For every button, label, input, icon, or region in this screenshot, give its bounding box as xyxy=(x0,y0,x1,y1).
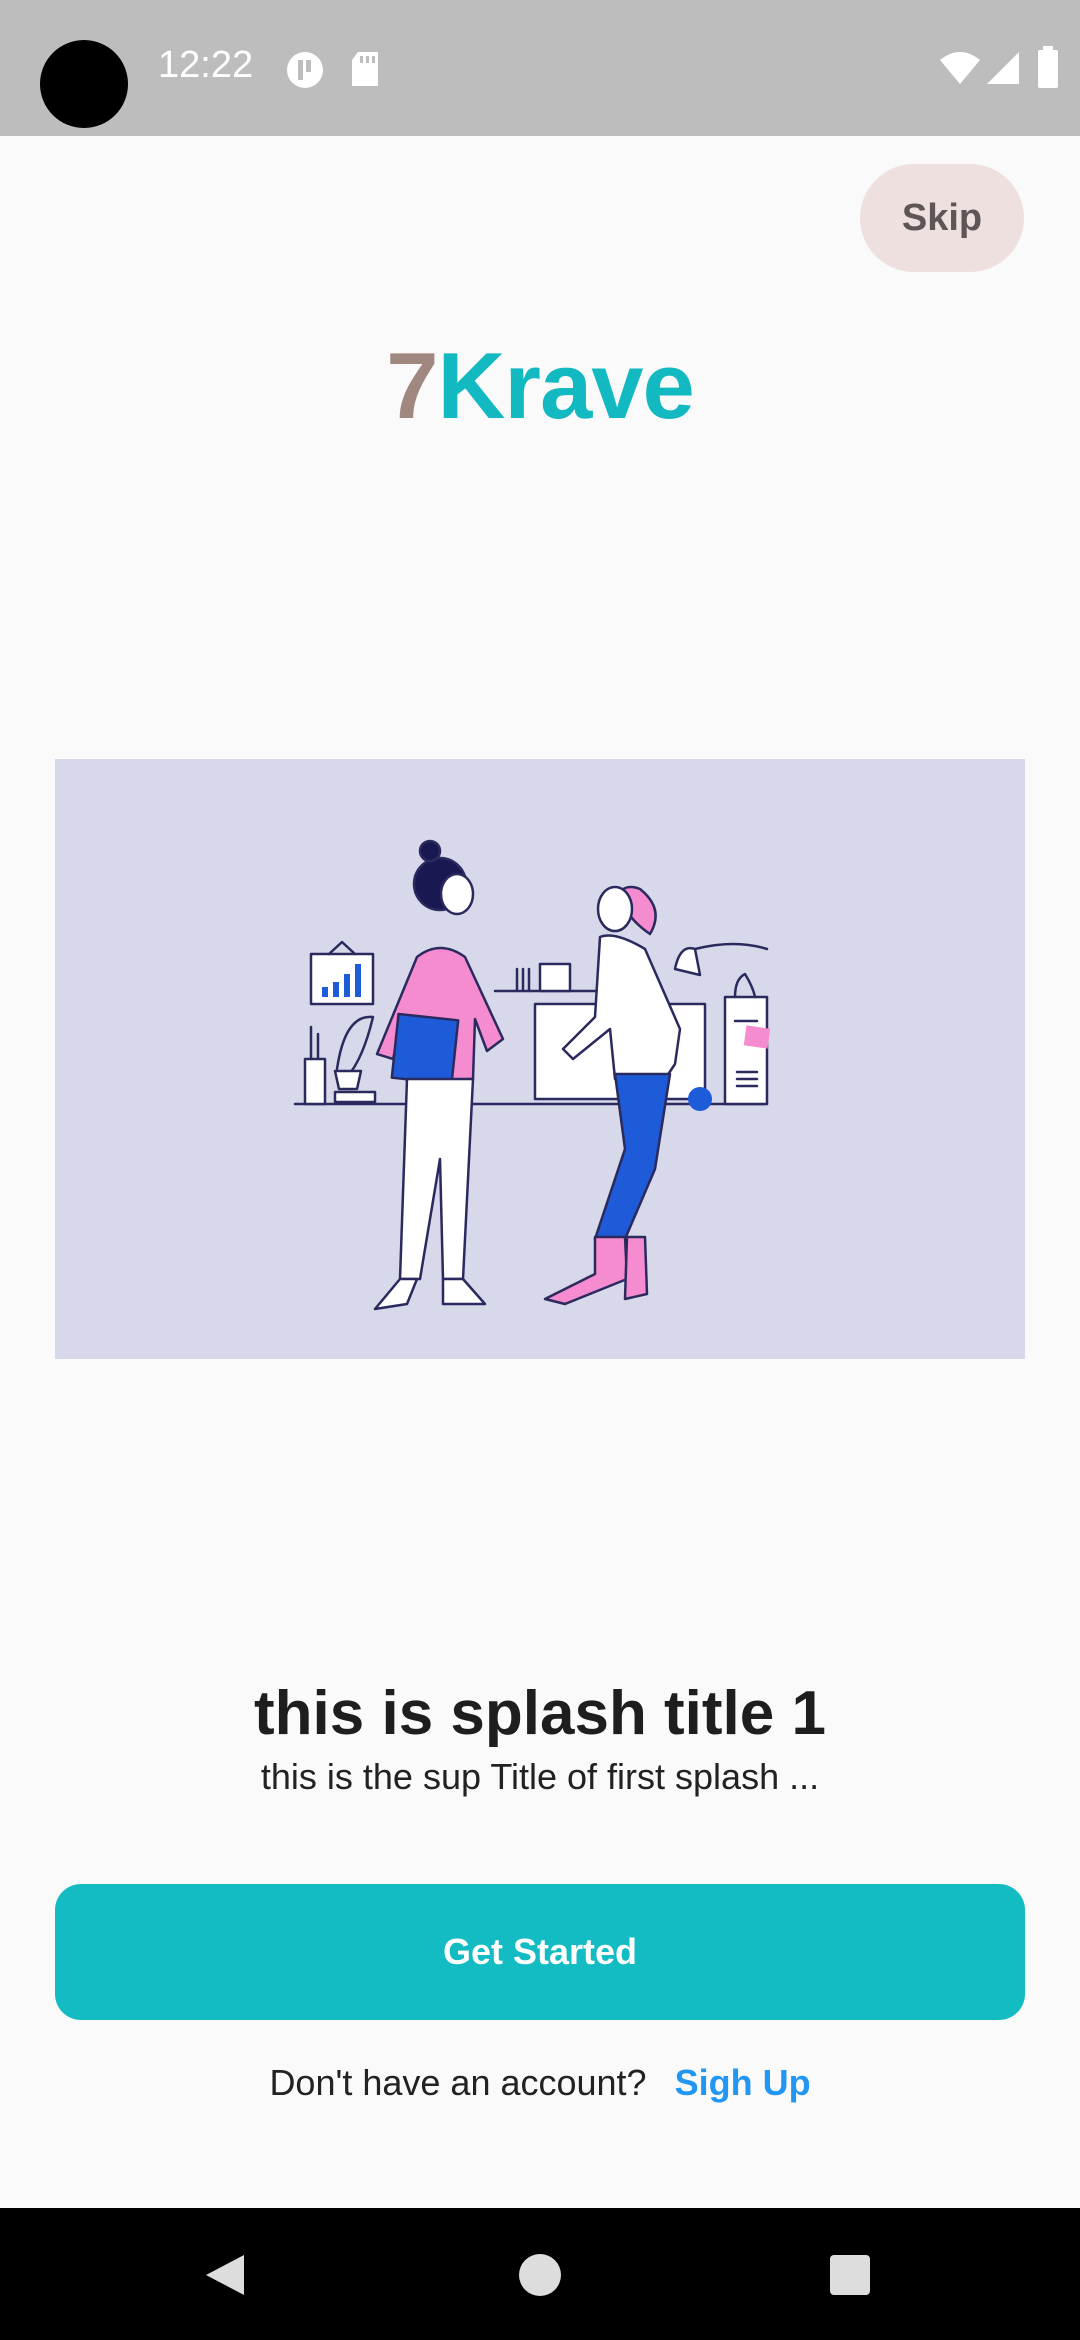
splash-illustration xyxy=(55,759,1025,1359)
splash-subtitle: this is the sup Title of first splash ..… xyxy=(260,1756,820,1797)
status-bar: 12:22 xyxy=(0,0,1080,136)
skip-button[interactable]: Skip xyxy=(860,164,1024,272)
recents-icon[interactable] xyxy=(828,2253,872,2297)
two-women-office-illustration xyxy=(293,839,771,1311)
no-account-text: Don't have an account? xyxy=(269,2062,647,2103)
status-time: 12:22 xyxy=(158,44,254,86)
splash-title: this is splash title 1 xyxy=(254,1679,826,1748)
battery-icon xyxy=(1038,46,1058,88)
home-icon[interactable] xyxy=(518,2253,562,2297)
logo-part-name: Krave xyxy=(437,333,694,438)
camera-cutout xyxy=(40,40,128,128)
sd-card-icon xyxy=(352,52,378,86)
get-started-button[interactable]: Get Started xyxy=(55,1884,1025,2020)
back-icon[interactable] xyxy=(202,2253,246,2297)
app-notification-icon xyxy=(287,52,323,88)
system-nav-bar xyxy=(0,2208,1080,2340)
app-logo: 7Krave xyxy=(0,332,1080,440)
signup-row: Don't have an account? Sigh Up xyxy=(0,2062,1080,2104)
wifi-icon xyxy=(940,52,980,84)
logo-part-number: 7 xyxy=(386,333,438,438)
signup-link[interactable]: Sigh Up xyxy=(675,2062,811,2103)
signal-icon xyxy=(987,52,1019,84)
